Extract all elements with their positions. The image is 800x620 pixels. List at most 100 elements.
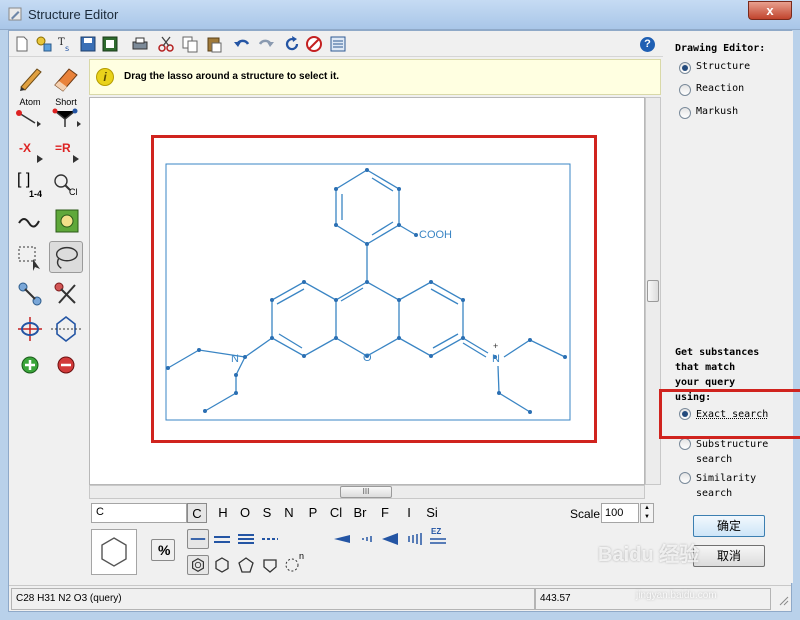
drawing-editor-heading: Drawing Editor: bbox=[675, 43, 766, 54]
templates-icon[interactable] bbox=[35, 35, 53, 53]
vertical-scroll-thumb[interactable] bbox=[647, 280, 659, 302]
ez-bond-tool[interactable]: EZ bbox=[427, 527, 449, 547]
element-button-s[interactable]: S bbox=[257, 503, 277, 523]
element-input[interactable]: C bbox=[91, 503, 187, 523]
properties-icon[interactable] bbox=[329, 35, 347, 53]
element-button-c[interactable]: C bbox=[187, 503, 207, 523]
refresh-icon[interactable] bbox=[283, 35, 301, 53]
export-icon[interactable] bbox=[101, 35, 119, 53]
radio-button[interactable] bbox=[679, 438, 691, 450]
pencil-tool-icon[interactable] bbox=[13, 61, 47, 93]
element-button-p[interactable]: P bbox=[303, 503, 323, 523]
help-icon[interactable]: ? bbox=[640, 37, 655, 52]
hint-text: Drag the lasso around a structure to sel… bbox=[124, 71, 340, 82]
increase-charge-icon[interactable] bbox=[13, 349, 47, 381]
single-bond-icon[interactable] bbox=[187, 529, 209, 549]
radio-button[interactable] bbox=[679, 84, 691, 96]
wedge-bond-icon[interactable] bbox=[331, 529, 353, 549]
dashed-bond-icon[interactable] bbox=[259, 529, 281, 549]
benzene-preview-icon bbox=[101, 537, 127, 567]
scale-spinner[interactable]: ▲ ▼ bbox=[640, 503, 654, 523]
r-tool-label: =R bbox=[55, 141, 71, 155]
expand-arrow-icon bbox=[73, 155, 79, 163]
window-title: Structure Editor bbox=[28, 7, 119, 22]
close-button[interactable]: x bbox=[748, 1, 792, 20]
cyclopentane-template-icon[interactable] bbox=[235, 555, 257, 575]
print-icon[interactable] bbox=[131, 35, 149, 53]
scale-input[interactable]: 100 bbox=[601, 503, 639, 523]
element-button-f[interactable]: F bbox=[375, 503, 395, 523]
atom-tool-label: Atom bbox=[19, 97, 41, 107]
ez-bond-icon bbox=[430, 538, 446, 544]
bracket-index-label: 1-4 bbox=[29, 189, 43, 199]
radio-button[interactable] bbox=[679, 107, 691, 119]
benzene-ring-template-icon[interactable] bbox=[187, 555, 209, 575]
n-ring-label: n bbox=[299, 551, 305, 561]
cyclobutane-template-icon[interactable] bbox=[259, 555, 281, 575]
cl-label: Cl bbox=[69, 187, 78, 197]
new-document-icon[interactable] bbox=[13, 35, 31, 53]
ring-cl-tool[interactable]: Cl bbox=[49, 169, 83, 201]
chain-tool-icon[interactable] bbox=[13, 205, 47, 237]
save-icon[interactable] bbox=[79, 35, 97, 53]
hashed-wedge-icon[interactable] bbox=[355, 529, 377, 549]
resize-grip-icon[interactable] bbox=[777, 594, 789, 606]
shortcut-tool[interactable]: Short bbox=[49, 97, 83, 129]
copy-icon[interactable] bbox=[181, 35, 199, 53]
scale-label: Scale bbox=[570, 507, 601, 521]
element-button-br[interactable]: Br bbox=[349, 503, 371, 523]
template-ring-tool-icon[interactable] bbox=[49, 205, 83, 237]
element-button-o[interactable]: O bbox=[235, 503, 255, 523]
main-toolbar: Ts ? bbox=[9, 31, 663, 57]
ring-preview[interactable] bbox=[91, 529, 137, 575]
redo-icon[interactable] bbox=[257, 35, 275, 53]
short-group-icon bbox=[52, 108, 81, 127]
cyclohexane-template-icon[interactable] bbox=[211, 555, 233, 575]
cut-icon[interactable] bbox=[157, 35, 175, 53]
hint-bar: i Drag the lasso around a structure to s… bbox=[89, 59, 661, 95]
triple-bond-icon[interactable] bbox=[235, 529, 257, 549]
ok-button[interactable]: 确定 bbox=[693, 515, 765, 537]
element-button-i[interactable]: I bbox=[399, 503, 419, 523]
lasso-select-tool-icon[interactable] bbox=[49, 241, 83, 273]
n-ring-template[interactable]: n bbox=[283, 551, 305, 573]
query-toggle-button[interactable]: % bbox=[151, 539, 175, 561]
substituent-r-tool[interactable]: =R bbox=[49, 133, 83, 165]
element-button-si[interactable]: Si bbox=[421, 503, 443, 523]
cancel-button[interactable]: 取消 bbox=[693, 545, 765, 567]
rotate-tool-icon[interactable] bbox=[13, 313, 47, 345]
element-button-cl[interactable]: Cl bbox=[325, 503, 347, 523]
substituent-x-tool[interactable]: -X bbox=[13, 133, 47, 165]
flip-tool-icon[interactable] bbox=[49, 313, 83, 345]
undo-icon[interactable] bbox=[233, 35, 251, 53]
svg-text:s: s bbox=[65, 44, 69, 53]
bond-cut-tool-icon[interactable] bbox=[49, 277, 83, 309]
element-button-n[interactable]: N bbox=[279, 503, 299, 523]
radio-label: Similarity search bbox=[696, 473, 757, 499]
structure-highlight-box bbox=[151, 135, 597, 443]
x-tool-label: -X bbox=[19, 141, 31, 155]
radio-label: Structure bbox=[696, 61, 751, 72]
reverse-hashed-wedge-icon[interactable] bbox=[403, 529, 425, 549]
ez-label: EZ bbox=[431, 527, 442, 536]
left-tool-palette: Atom Short -X =R [ ] 1-4 Cl bbox=[11, 59, 87, 501]
double-bond-icon[interactable] bbox=[211, 529, 233, 549]
decrease-charge-icon[interactable] bbox=[49, 349, 83, 381]
horizontal-scroll-thumb[interactable]: III bbox=[340, 486, 392, 498]
radio-button[interactable] bbox=[679, 472, 691, 484]
clear-icon[interactable] bbox=[305, 35, 323, 53]
bracket-tool[interactable]: [ ] 1-4 bbox=[13, 169, 47, 201]
atom-tool[interactable]: Atom bbox=[13, 97, 47, 129]
eraser-tool-icon[interactable] bbox=[49, 61, 83, 93]
bond-link-tool-icon[interactable] bbox=[13, 277, 47, 309]
radio-button[interactable] bbox=[679, 62, 691, 74]
percent-label: % bbox=[158, 542, 171, 558]
text-icon[interactable]: Ts bbox=[57, 35, 75, 53]
canvas-horizontal-scrollbar[interactable]: III bbox=[89, 485, 645, 499]
query-heading-line: that match bbox=[675, 362, 736, 373]
element-button-h[interactable]: H bbox=[213, 503, 233, 523]
reverse-wedge-icon[interactable] bbox=[379, 529, 401, 549]
paste-icon[interactable] bbox=[205, 35, 223, 53]
short-tool-label: Short bbox=[55, 97, 77, 107]
rectangle-select-tool-icon[interactable] bbox=[13, 241, 47, 273]
